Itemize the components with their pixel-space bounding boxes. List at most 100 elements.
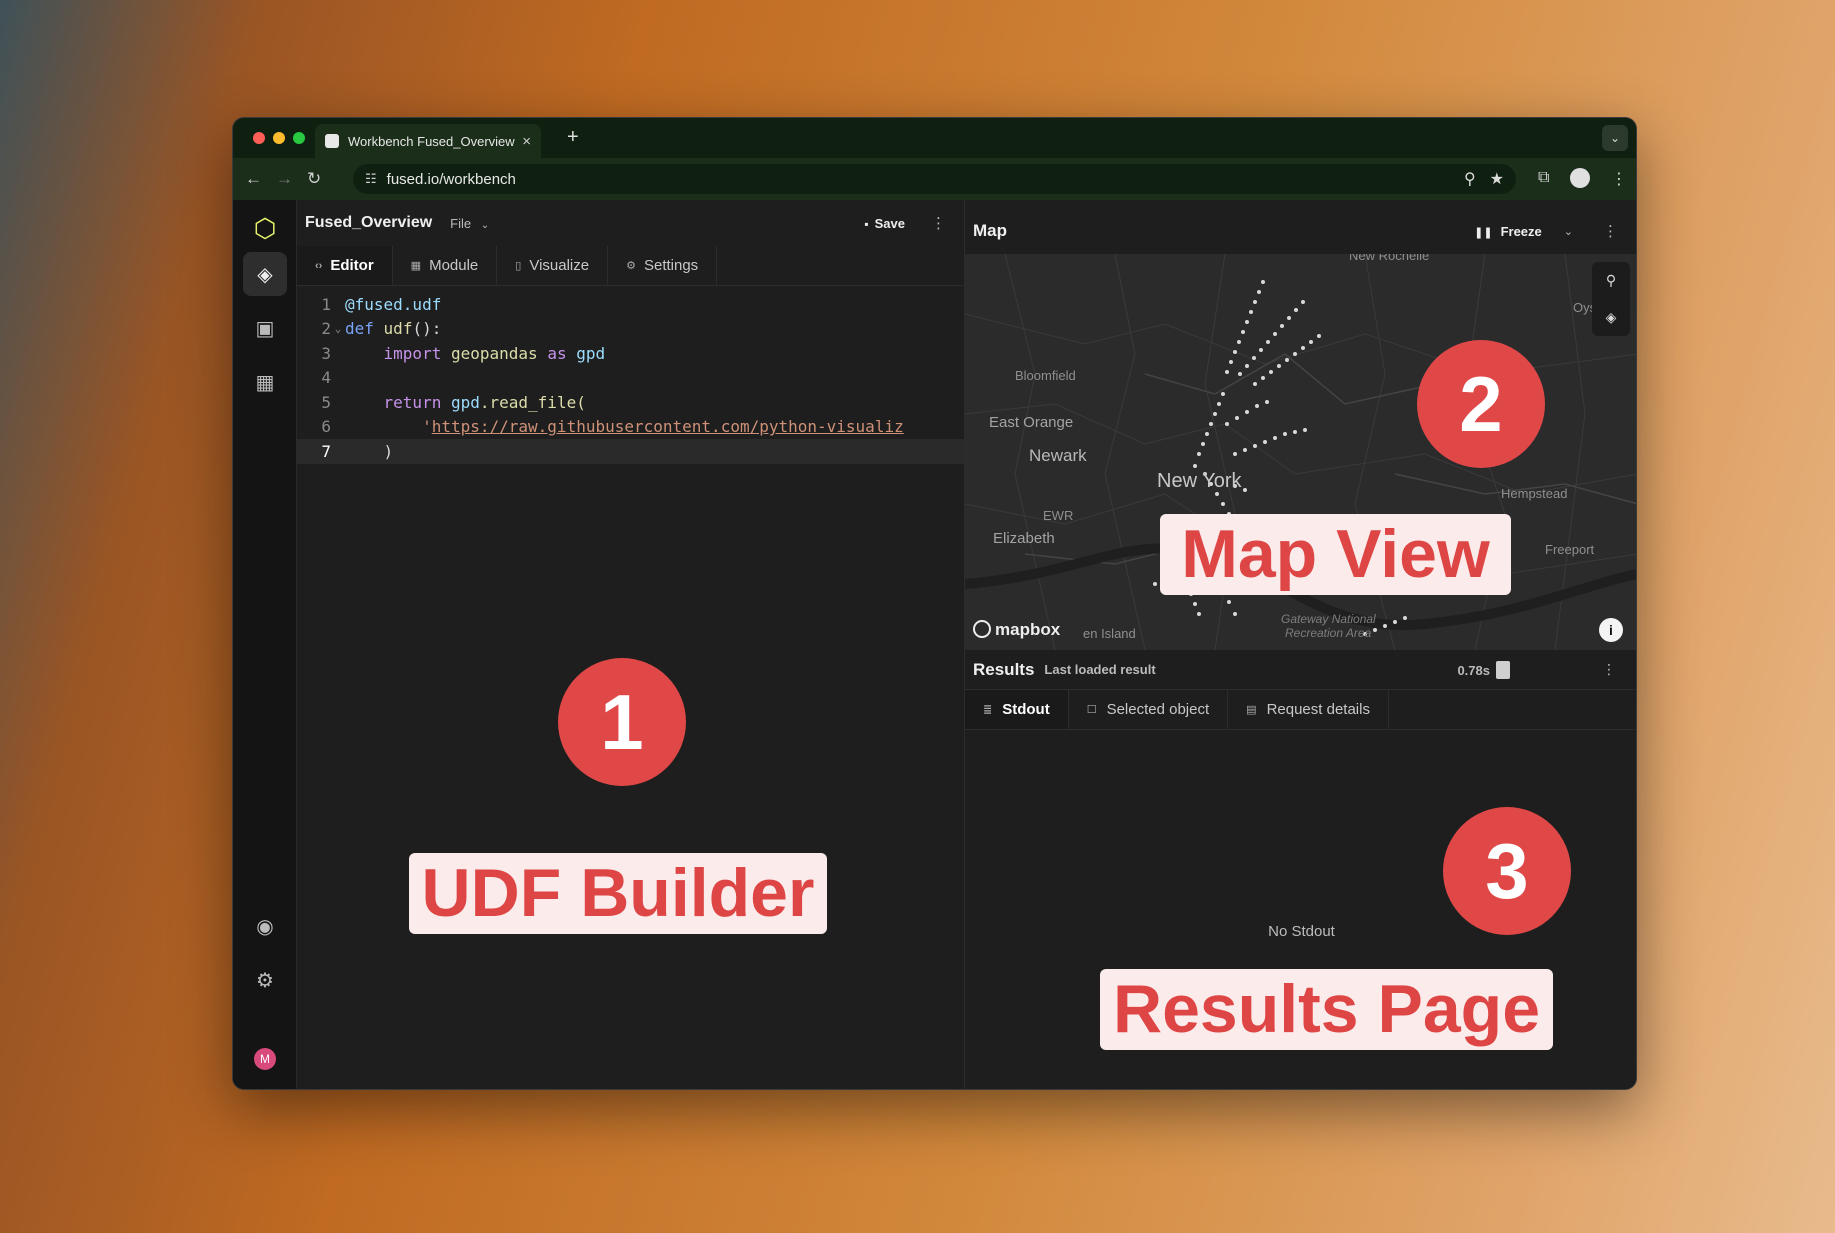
mapbox-logo[interactable]: mapbox	[973, 620, 1060, 640]
mapbox-wordmark: mapbox	[995, 620, 1061, 639]
user-avatar[interactable]: M	[254, 1048, 276, 1070]
code-line[interactable]: 2 ⌄ def udf ():	[297, 317, 964, 342]
line-number: 6	[321, 417, 331, 437]
browser-tab[interactable]: Workbench Fused_Overview ×	[315, 124, 541, 158]
annotation-badge-1: 1	[558, 658, 686, 786]
code-line[interactable]: 4	[297, 366, 964, 391]
forward-arrow-icon[interactable]: →	[276, 169, 293, 189]
code-return-keyword: return	[383, 392, 442, 412]
profile-avatar-icon[interactable]	[1570, 168, 1590, 188]
code-editor[interactable]: 1 @fused.udf 2 ⌄ def udf (): 3 import geop…	[297, 286, 964, 464]
save-button[interactable]: ▪ Save	[864, 216, 905, 231]
tab-request-details-label: Request details	[1266, 701, 1370, 718]
apps-grid-icon[interactable]: ▦	[243, 360, 287, 404]
line-number: 5	[321, 392, 331, 412]
add-folder-icon[interactable]: ▣	[243, 306, 287, 350]
url-text[interactable]: fused.io/workbench	[387, 171, 1450, 188]
settings-gear-icon[interactable]: ⚙	[243, 958, 287, 1002]
map-layers-icon[interactable]: ◈	[1592, 299, 1630, 336]
project-name[interactable]: Fused_Overview	[305, 214, 432, 232]
code-line-current[interactable]: 7 )	[297, 439, 964, 464]
tab-bar: Workbench Fused_Overview × + ⌄	[233, 118, 1636, 158]
tab-visualize-label: Visualize	[529, 257, 590, 274]
file-menu-button[interactable]: File ⌄	[450, 216, 489, 231]
code-string-quote: '	[422, 417, 432, 437]
annotation-badge-2: 2	[1417, 340, 1545, 468]
code-line[interactable]: 1 @fused.udf	[297, 292, 964, 317]
tab-settings[interactable]: ⚙ Settings	[608, 246, 718, 285]
floppy-disk-icon: ▪	[864, 216, 869, 231]
tab-module[interactable]: ▦ Module	[393, 246, 498, 285]
fused-logo-icon[interactable]: ⬡	[243, 206, 287, 250]
code-url-string[interactable]: https://raw.githubusercontent.com/python…	[432, 417, 904, 436]
details-icon: ▤	[1246, 704, 1257, 716]
freeze-button[interactable]: ❚❚ Freeze	[1474, 224, 1542, 239]
layers-stack-icon[interactable]: ◈	[243, 252, 287, 296]
line-number: 7	[321, 441, 331, 461]
map-info-button[interactable]: i	[1599, 618, 1623, 642]
extensions-icon[interactable]: ⧉	[1538, 169, 1549, 187]
map-label-new-rochelle: New Rochelle	[1349, 254, 1430, 263]
zoom-icon[interactable]: ⚲	[1464, 169, 1476, 189]
back-arrow-icon[interactable]: ←	[245, 169, 262, 189]
map-label-hempstead: Hempstead	[1501, 486, 1568, 501]
line-number: 4	[321, 368, 331, 388]
right-pane: Map ❚❚ Freeze ⌄ ⋮ New Rochelle Bloomfiel…	[965, 200, 1636, 1089]
square-icon: ☐	[1086, 704, 1097, 716]
timing-bar	[1496, 660, 1510, 679]
map-label-east-orange: East Orange	[989, 414, 1074, 431]
timing-value: 0.78s	[1457, 662, 1490, 678]
browser-window: Workbench Fused_Overview × + ⌄ ← → ↻ ☷ f…	[232, 117, 1637, 1090]
editor-tabs: ‹› Editor ▦ Module ▯ Visualize ⚙ Settings	[297, 246, 964, 286]
tab-search-chevron-icon[interactable]: ⌄	[1602, 125, 1628, 151]
tab-close-icon[interactable]: ×	[522, 133, 531, 150]
results-more-icon[interactable]: ⋮	[1602, 661, 1616, 678]
line-number: 1	[321, 294, 331, 314]
freeze-chevron-icon[interactable]: ⌄	[1564, 225, 1573, 238]
map-search-icon[interactable]: ⚲	[1592, 262, 1630, 299]
code-import-keyword: import	[383, 343, 442, 363]
address-bar[interactable]: ☷ fused.io/workbench ⚲ ★	[353, 164, 1516, 194]
tab-selected-object-label: Selected object	[1106, 701, 1210, 718]
map-label-new-york: New York	[1157, 470, 1242, 492]
tab-visualize[interactable]: ▯ Visualize	[497, 246, 609, 285]
pause-icon: ❚❚	[1474, 226, 1493, 239]
code-close-paren: )	[383, 441, 394, 461]
new-tab-button[interactable]: +	[567, 126, 579, 149]
tools-wrench-icon[interactable]: ◉	[243, 904, 287, 948]
results-tabs: ≣ Stdout ☐ Selected object ▤ Request detail…	[965, 690, 1636, 730]
code-line[interactable]: 5 return gpd .read_file(	[297, 390, 964, 415]
tab-title: Workbench Fused_Overview	[348, 133, 515, 149]
annotation-badge-3: 3	[1443, 807, 1571, 935]
map-label-recreation-area: Recreation Area	[1285, 626, 1372, 640]
map-label-bloomfield: Bloomfield	[1015, 368, 1076, 383]
site-settings-icon[interactable]: ☷	[365, 171, 377, 187]
code-line[interactable]: 6 ' https://raw.githubusercontent.com/pyt…	[297, 415, 964, 440]
minimize-window-button[interactable]	[273, 132, 285, 144]
code-line[interactable]: 3 import geopandas as gpd	[297, 341, 964, 366]
tab-editor-label: Editor	[330, 257, 374, 274]
tab-editor[interactable]: ‹› Editor	[297, 246, 393, 285]
editor-more-icon[interactable]: ⋮	[931, 214, 946, 232]
annotation-label-map-view: Map View	[1160, 514, 1511, 595]
tab-selected-object[interactable]: ☐ Selected object	[1069, 690, 1229, 729]
grid-icon: ▦	[410, 260, 422, 272]
tab-stdout[interactable]: ≣ Stdout	[965, 690, 1069, 729]
code-call-function: .read_file(	[479, 392, 586, 412]
annotation-label-udf-builder: UDF Builder	[409, 853, 827, 934]
results-timing: 0.78s	[1457, 660, 1510, 679]
map-label-freeport: Freeport	[1545, 542, 1595, 557]
map-label-elizabeth: Elizabeth	[993, 530, 1055, 547]
maximize-window-button[interactable]	[293, 132, 305, 144]
file-menu-label: File	[450, 215, 472, 231]
map-label-gateway: Gateway National	[1281, 612, 1376, 626]
close-window-button[interactable]	[253, 132, 265, 144]
reload-icon[interactable]: ↻	[307, 169, 321, 189]
browser-menu-icon[interactable]: ⋮	[1611, 169, 1627, 189]
tab-module-label: Module	[429, 257, 479, 274]
code-alias: gpd	[576, 343, 606, 363]
map-more-icon[interactable]: ⋮	[1603, 222, 1618, 240]
bookmark-star-icon[interactable]: ★	[1490, 169, 1504, 189]
fold-chevron-icon[interactable]: ⌄	[331, 322, 345, 335]
tab-request-details[interactable]: ▤ Request details	[1228, 690, 1389, 729]
